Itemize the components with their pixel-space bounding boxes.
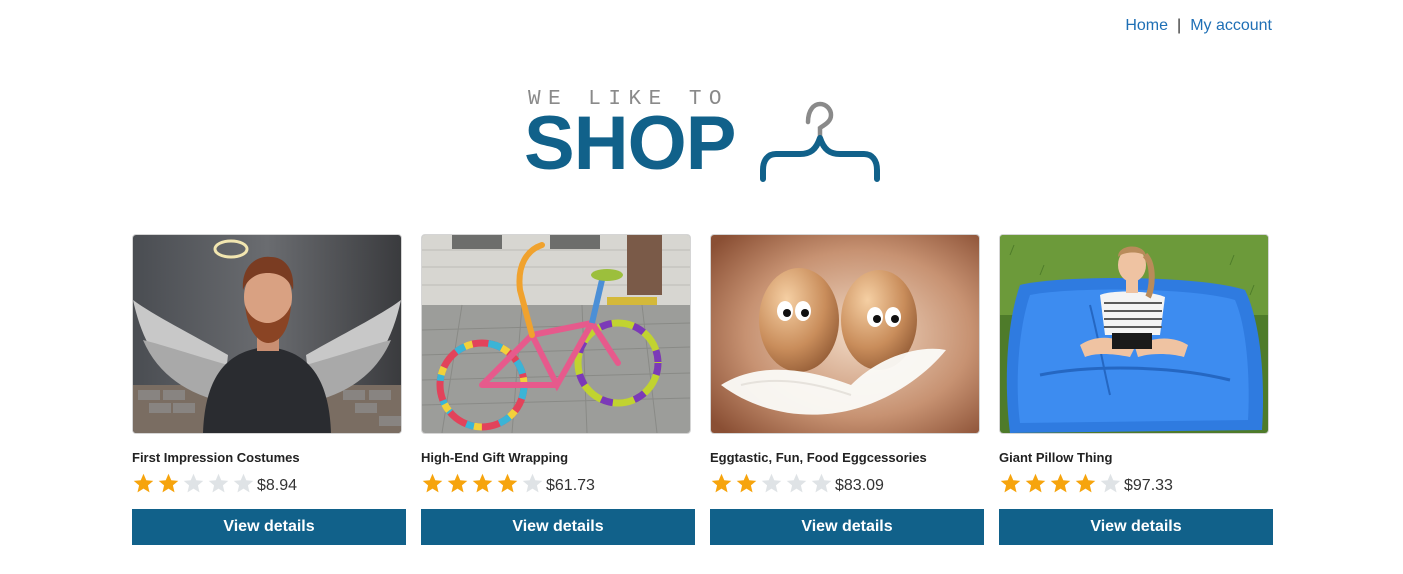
- product-price: $97.33: [1124, 476, 1173, 494]
- product-price: $83.09: [835, 476, 884, 494]
- star-filled-icon: [133, 473, 154, 492]
- product-grid: First Impression Costumes $8.94 View det…: [132, 234, 1273, 545]
- my-account-link[interactable]: My account: [1190, 17, 1272, 35]
- product-card: Eggtastic, Fun, Food Eggcessories $83.09…: [710, 234, 984, 545]
- hanger-icon: [760, 101, 880, 182]
- star-filled-icon: [472, 473, 493, 492]
- site-logo[interactable]: WE LIKE TO SHOP: [524, 86, 886, 186]
- star-filled-icon: [447, 473, 468, 492]
- star-empty-icon: [761, 473, 782, 492]
- star-empty-icon: [522, 473, 543, 492]
- product-card: Giant Pillow Thing $97.33 View details: [999, 234, 1273, 545]
- star-empty-icon: [233, 473, 254, 492]
- product-rating-row: $97.33: [999, 470, 1273, 496]
- product-image[interactable]: [421, 234, 691, 434]
- top-nav: Home | My account: [1125, 17, 1272, 35]
- star-empty-icon: [786, 473, 807, 492]
- star-filled-icon: [1050, 473, 1071, 492]
- star-filled-icon: [736, 473, 757, 492]
- home-link[interactable]: Home: [1125, 17, 1168, 35]
- product-image[interactable]: [999, 234, 1269, 434]
- yarn-wrapped-bicycle-image: [422, 235, 690, 433]
- angel-costume-man-image: [133, 235, 401, 433]
- star-rating: [710, 472, 833, 495]
- product-name: Eggtastic, Fun, Food Eggcessories: [710, 450, 927, 465]
- product-image[interactable]: [710, 234, 980, 434]
- product-rating-row: $8.94: [132, 470, 406, 496]
- product-name: Giant Pillow Thing: [999, 450, 1113, 465]
- giant-blue-pillow-image: [1000, 235, 1268, 433]
- star-filled-icon: [1075, 473, 1096, 492]
- view-details-button[interactable]: View details: [132, 509, 406, 545]
- star-empty-icon: [208, 473, 229, 492]
- star-filled-icon: [1025, 473, 1046, 492]
- product-rating-row: $61.73: [421, 470, 695, 496]
- product-card: High-End Gift Wrapping $61.73 View detai…: [421, 234, 695, 545]
- view-details-button[interactable]: View details: [710, 509, 984, 545]
- star-filled-icon: [711, 473, 732, 492]
- product-name: High-End Gift Wrapping: [421, 450, 569, 465]
- star-filled-icon: [497, 473, 518, 492]
- star-filled-icon: [158, 473, 179, 492]
- view-details-button[interactable]: View details: [999, 509, 1273, 545]
- product-image[interactable]: [132, 234, 402, 434]
- googly-eye-eggs-image: [711, 235, 979, 433]
- star-rating: [132, 472, 255, 495]
- star-empty-icon: [811, 473, 832, 492]
- star-filled-icon: [422, 473, 443, 492]
- product-price: $8.94: [257, 476, 298, 494]
- product-price: $61.73: [546, 476, 595, 494]
- star-empty-icon: [183, 473, 204, 492]
- view-details-button[interactable]: View details: [421, 509, 695, 545]
- star-rating: [999, 472, 1122, 495]
- product-rating-row: $83.09: [710, 470, 984, 496]
- product-name: First Impression Costumes: [132, 450, 300, 465]
- nav-separator: |: [1177, 17, 1182, 34]
- logo-brand: SHOP: [524, 101, 736, 186]
- star-filled-icon: [1000, 473, 1021, 492]
- star-empty-icon: [1100, 473, 1121, 492]
- product-card: First Impression Costumes $8.94 View det…: [132, 234, 406, 545]
- star-rating: [421, 472, 544, 495]
